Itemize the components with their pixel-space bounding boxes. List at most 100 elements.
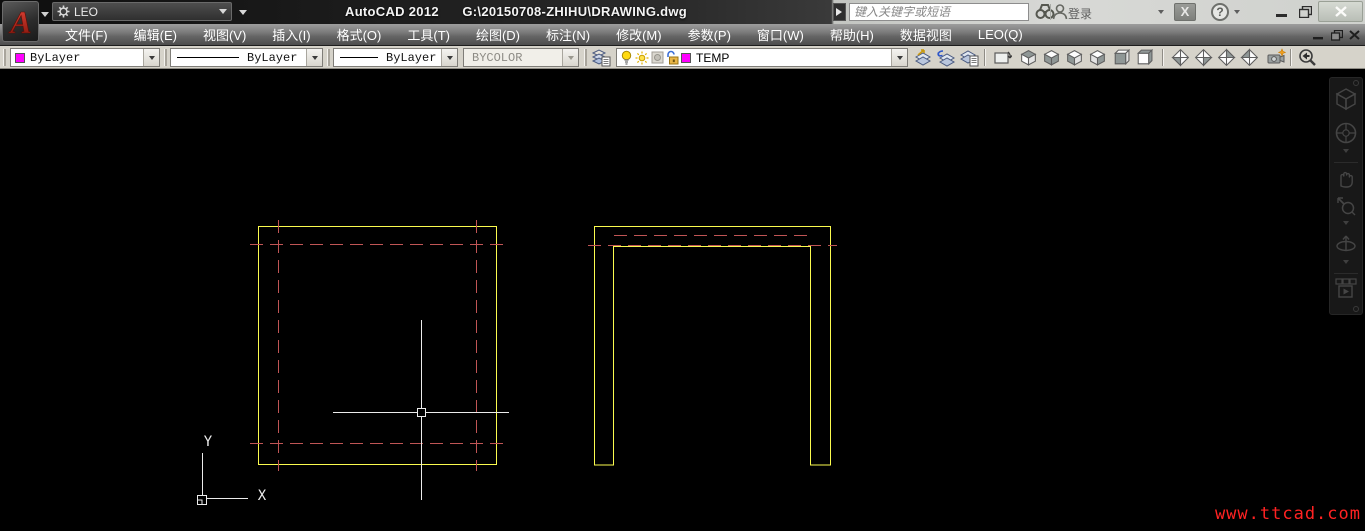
zoom-previous-button[interactable] xyxy=(1296,48,1318,67)
autocad-logo-icon: A xyxy=(8,5,32,39)
toolbar-grip[interactable] xyxy=(164,49,167,66)
toolbar-grip[interactable] xyxy=(584,49,587,66)
doc-minimize-button[interactable] xyxy=(1309,27,1327,43)
front-view-cube-icon xyxy=(1113,48,1130,66)
top-view-button[interactable] xyxy=(1017,48,1039,67)
layer-control-dropdown[interactable]: TEMP xyxy=(616,48,908,67)
application-menu-button[interactable]: A xyxy=(2,1,39,42)
layer-states-manager-button[interactable] xyxy=(958,48,980,67)
svg-text:A: A xyxy=(8,5,31,39)
menu-item-leo[interactable]: LEO(Q) xyxy=(965,24,1036,45)
current-color-swatch xyxy=(15,52,25,63)
make-object-layer-current-button[interactable] xyxy=(912,48,934,67)
close-button[interactable] xyxy=(1318,1,1363,22)
app-menu-dropdown-icon[interactable] xyxy=(41,12,49,21)
search-input[interactable] xyxy=(849,3,1029,21)
linetype-sample xyxy=(177,57,239,58)
zoom-icon[interactable] xyxy=(1334,194,1358,218)
doc-restore-button[interactable] xyxy=(1328,27,1346,43)
workspace-dropdown[interactable]: LEO xyxy=(52,2,232,21)
right-view-button[interactable] xyxy=(1086,48,1108,67)
signin-label[interactable]: 登录 xyxy=(1068,5,1092,22)
create-camera-button[interactable] xyxy=(1265,48,1287,67)
dropdown-arrow-button[interactable] xyxy=(891,49,907,66)
navbar-customize-icon[interactable] xyxy=(1353,306,1359,312)
sw-isometric-button[interactable] xyxy=(1169,48,1191,67)
properties-layers-toolbar: ByLayer ByLayer ByLayer BYCOLOR TEMP xyxy=(0,46,1365,69)
menu-item-dimension[interactable]: 标注(N) xyxy=(533,22,603,47)
menu-item-draw[interactable]: 绘图(D) xyxy=(463,22,533,47)
linetype-control-dropdown[interactable]: ByLayer xyxy=(170,48,323,67)
gear-icon xyxy=(57,5,70,18)
layer-previous-button[interactable] xyxy=(935,48,957,67)
bottom-view-button[interactable] xyxy=(1040,48,1062,67)
autodesk-exchange-icon[interactable]: X xyxy=(1174,3,1196,21)
dropdown-arrow-button[interactable] xyxy=(306,49,322,66)
sw-isometric-icon xyxy=(1170,48,1189,67)
layer-properties-manager-button[interactable] xyxy=(590,48,612,67)
left-view-button[interactable] xyxy=(1063,48,1085,67)
toolbar-grip[interactable] xyxy=(3,49,6,66)
orbit-dropdown-icon[interactable] xyxy=(1343,260,1349,267)
help-icon[interactable]: ? xyxy=(1211,3,1229,21)
dropdown-arrow-button xyxy=(562,49,578,66)
doc-close-button[interactable] xyxy=(1345,27,1363,43)
menu-item-file[interactable]: 文件(F) xyxy=(52,22,121,47)
minimize-button[interactable] xyxy=(1270,2,1292,21)
menu-item-insert[interactable]: 插入(I) xyxy=(259,22,323,47)
infocenter-toggle-button[interactable] xyxy=(833,3,846,21)
named-views-button[interactable] xyxy=(991,48,1013,67)
qat-customize-button[interactable] xyxy=(236,4,250,19)
dropdown-arrow-button[interactable] xyxy=(441,49,457,66)
orbit-icon[interactable] xyxy=(1333,231,1359,257)
navbar-grip-icon[interactable] xyxy=(1353,80,1359,86)
se-isometric-button[interactable] xyxy=(1192,48,1214,67)
top-view-cube-icon xyxy=(1020,50,1036,66)
ne-isometric-button[interactable] xyxy=(1215,48,1237,67)
viewcube-icon[interactable] xyxy=(1333,86,1359,112)
front-view-button[interactable] xyxy=(1109,48,1131,67)
menu-item-help[interactable]: 帮助(H) xyxy=(817,22,887,47)
dropdown-arrow-button[interactable] xyxy=(143,49,159,66)
restore-button[interactable] xyxy=(1294,2,1316,21)
menu-item-parametric[interactable]: 参数(P) xyxy=(675,22,744,47)
signin-dropdown-icon[interactable] xyxy=(1158,10,1164,17)
menu-item-view[interactable]: 视图(V) xyxy=(190,22,259,47)
toolbar-grip[interactable] xyxy=(327,49,330,66)
steeringwheel-icon[interactable] xyxy=(1333,120,1359,146)
menu-item-window[interactable]: 窗口(W) xyxy=(744,22,817,47)
zoom-dropdown-icon[interactable] xyxy=(1343,221,1349,228)
bottom-view-cube-icon xyxy=(1043,50,1059,66)
wheel-dropdown-icon[interactable] xyxy=(1343,149,1349,156)
workspace-label: LEO xyxy=(74,4,99,19)
layer-unlock-icon xyxy=(667,50,679,65)
drawing-canvas[interactable]: Y X www.ttcad.com xyxy=(0,69,1365,526)
menu-item-format[interactable]: 格式(O) xyxy=(324,22,395,47)
expand-right-icon xyxy=(836,8,846,16)
layer-states-icon xyxy=(959,49,979,66)
menu-item-tools[interactable]: 工具(T) xyxy=(394,22,463,47)
menu-item-edit[interactable]: 编辑(E) xyxy=(121,22,190,47)
user-signin-icon[interactable] xyxy=(1052,3,1068,25)
lineweight-control-dropdown[interactable]: ByLayer xyxy=(333,48,458,67)
toolbar-separator xyxy=(984,49,986,66)
back-view-button[interactable] xyxy=(1132,48,1154,67)
help-dropdown-icon[interactable] xyxy=(1234,10,1240,17)
menu-item-dataview[interactable]: 数据视图 xyxy=(887,22,965,47)
layer-thaw-sun-icon xyxy=(635,51,649,64)
color-control-dropdown[interactable]: ByLayer xyxy=(10,48,160,67)
make-layer-current-icon xyxy=(914,48,932,66)
pan-hand-icon[interactable] xyxy=(1334,166,1358,190)
menu-item-modify[interactable]: 修改(M) xyxy=(603,22,675,47)
nw-isometric-button[interactable] xyxy=(1238,48,1260,67)
layer-manager-icon xyxy=(591,48,611,66)
navigation-bar xyxy=(1329,77,1363,315)
menu-bar: 文件(F) 编辑(E) 视图(V) 插入(I) 格式(O) 工具(T) 绘图(D… xyxy=(0,24,1365,46)
showmotion-icon[interactable] xyxy=(1333,277,1359,301)
close-icon xyxy=(1334,6,1347,17)
left-view-cube-icon xyxy=(1066,50,1082,66)
right-view-cube-icon xyxy=(1089,50,1105,66)
layer-previous-icon xyxy=(937,49,956,67)
linetype-value: ByLayer xyxy=(247,50,298,65)
se-isometric-icon xyxy=(1194,48,1213,67)
